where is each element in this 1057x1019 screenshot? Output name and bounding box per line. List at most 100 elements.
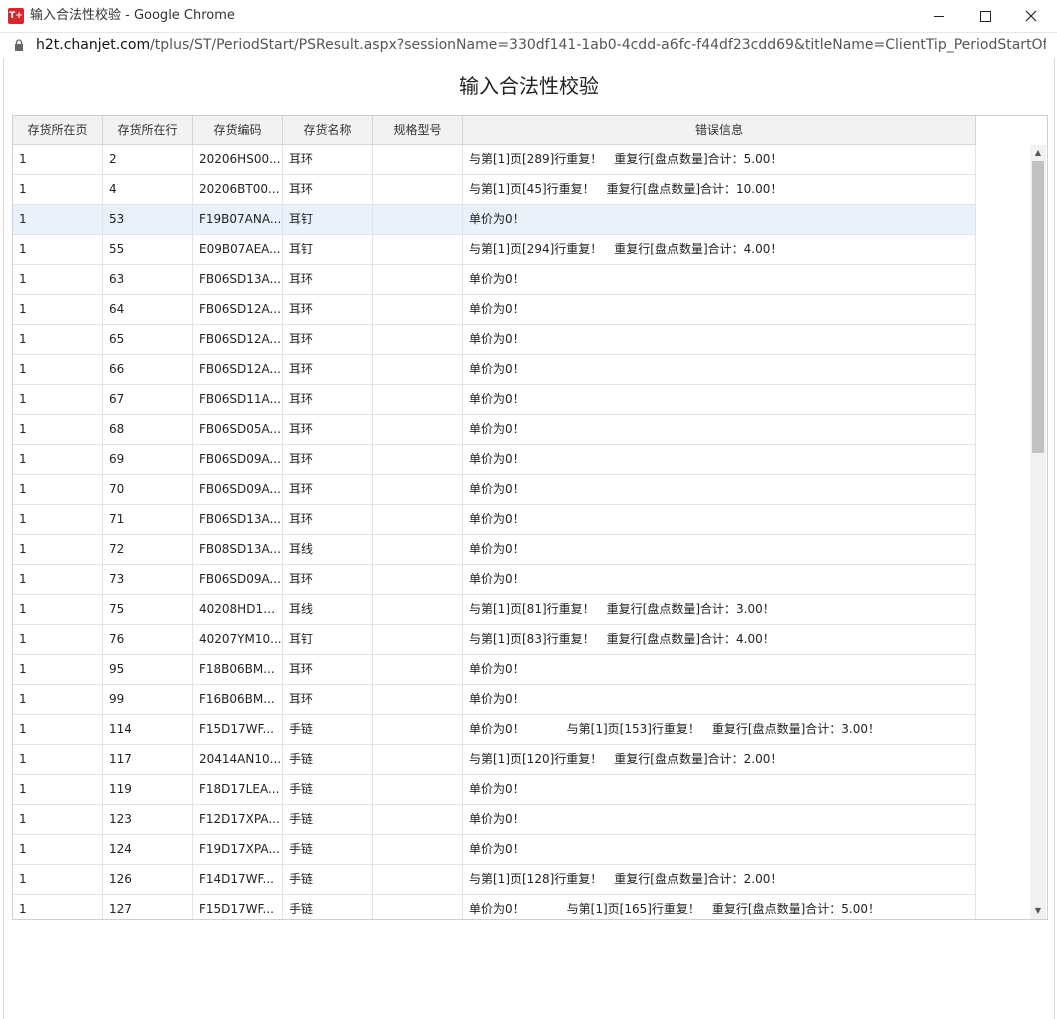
table-row[interactable]: 1 95 F18B06BM... 耳环 单价为0！ xyxy=(13,655,976,685)
table-row[interactable]: 1 55 E09B07AEA... 耳钉 与第[1]页[294]行重复！ 重复行[盘点数… xyxy=(13,235,976,265)
cell-error: 单价为0！ xyxy=(463,355,976,384)
table-row[interactable]: 1 63 FB06SD13A... 耳环 单价为0！ xyxy=(13,265,976,295)
table-row[interactable]: 1 66 FB06SD12A... 耳环 单价为0！ xyxy=(13,355,976,385)
cell-name: 耳环 xyxy=(283,505,373,534)
cell-line: 63 xyxy=(103,265,193,294)
table-row[interactable]: 1 75 40208HD10... 耳线 与第[1]页[81]行重复！ 重复行[盘点数量… xyxy=(13,595,976,625)
cell-name: 耳环 xyxy=(283,385,373,414)
address-bar[interactable]: h2t.chanjet.com/tplus/ST/PeriodStart/PSR… xyxy=(0,33,1057,57)
cell-page: 1 xyxy=(13,565,103,594)
cell-page: 1 xyxy=(13,655,103,684)
cell-code: 40207YM10... xyxy=(193,625,283,654)
error-text: 单价为0！ xyxy=(469,722,525,736)
table-row[interactable]: 1 126 F14D17WF... 手链 与第[1]页[128]行重复！ 重复行[盘点数… xyxy=(13,865,976,895)
close-button[interactable] xyxy=(1008,0,1054,32)
table-row[interactable]: 1 124 F19D17XPA... 手链 单价为0！ xyxy=(13,835,976,865)
table-row[interactable]: 1 117 20414AN10... 手链 与第[1]页[120]行重复！ 重复行[盘点… xyxy=(13,745,976,775)
cell-name: 手链 xyxy=(283,745,373,774)
table-row[interactable]: 1 127 F15D17WF... 手链 单价为0！ 与第[1]页[165]行重复！ 重复… xyxy=(13,895,976,919)
error-text: 单价为0！ xyxy=(469,542,525,556)
cell-line: 73 xyxy=(103,565,193,594)
cell-spec xyxy=(373,325,463,354)
cell-page: 1 xyxy=(13,145,103,174)
table-row[interactable]: 1 68 FB06SD05A... 耳环 单价为0！ xyxy=(13,415,976,445)
error-text: 单价为0！ xyxy=(469,212,525,226)
table-row[interactable]: 1 2 20206HS00... 耳环 与第[1]页[289]行重复！ 重复行[盘点数量… xyxy=(13,145,976,175)
cell-error: 与第[1]页[128]行重复！ 重复行[盘点数量]合计：2.00！ xyxy=(463,865,976,894)
cell-page: 1 xyxy=(13,865,103,894)
table-row[interactable]: 1 72 FB08SD13A... 耳线 单价为0！ xyxy=(13,535,976,565)
header-spec[interactable]: 规格型号 xyxy=(373,116,463,144)
cell-spec xyxy=(373,805,463,834)
cell-spec xyxy=(373,745,463,774)
cell-code: FB06SD12A... xyxy=(193,295,283,324)
cell-spec xyxy=(373,415,463,444)
table-row[interactable]: 1 73 FB06SD09A... 耳环 单价为0！ xyxy=(13,565,976,595)
table-row[interactable]: 1 65 FB06SD12A... 耳环 单价为0！ xyxy=(13,325,976,355)
cell-spec xyxy=(373,535,463,564)
table-row[interactable]: 1 76 40207YM10... 耳钉 与第[1]页[83]行重复！ 重复行[盘点数量… xyxy=(13,625,976,655)
cell-error: 单价为0！ xyxy=(463,475,976,504)
error-text: 与第[1]页[83]行重复！ 重复行[盘点数量]合计：4.00！ xyxy=(469,632,775,646)
cell-line: 76 xyxy=(103,625,193,654)
error-text: 单价为0！ xyxy=(469,482,525,496)
cell-name: 手链 xyxy=(283,865,373,894)
vertical-scrollbar[interactable]: ▲ ▼ xyxy=(1030,145,1046,919)
cell-code: FB06SD13A... xyxy=(193,265,283,294)
cell-page: 1 xyxy=(13,715,103,744)
cell-code: FB06SD09A... xyxy=(193,565,283,594)
error-text-secondary: 与第[1]页[153]行重复！ 重复行[盘点数量]合计：3.00！ xyxy=(566,722,880,736)
cell-code: 20206HS00... xyxy=(193,145,283,174)
table-row[interactable]: 1 99 F16B06BM... 耳环 单价为0！ xyxy=(13,685,976,715)
cell-line: 127 xyxy=(103,895,193,919)
table-row[interactable]: 1 71 FB06SD13A... 耳环 单价为0！ xyxy=(13,505,976,535)
error-text: 与第[1]页[120]行重复！ 重复行[盘点数量]合计：2.00！ xyxy=(469,752,783,766)
minimize-button[interactable] xyxy=(916,0,962,32)
maximize-button[interactable] xyxy=(962,0,1008,32)
error-text: 与第[1]页[45]行重复！ 重复行[盘点数量]合计：10.00！ xyxy=(469,182,783,196)
grid-body: 1 2 20206HS00... 耳环 与第[1]页[289]行重复！ 重复行[盘点数量… xyxy=(13,145,976,919)
grid-header: 存货所在页 存货所在行 存货编码 存货名称 规格型号 错误信息 xyxy=(13,116,976,145)
cell-name: 耳环 xyxy=(283,355,373,384)
cell-page: 1 xyxy=(13,415,103,444)
scroll-down-arrow-icon[interactable]: ▼ xyxy=(1030,903,1046,919)
table-row[interactable]: 1 64 FB06SD12A... 耳环 单价为0！ xyxy=(13,295,976,325)
cell-page: 1 xyxy=(13,625,103,654)
cell-code: F18D17LEA... xyxy=(193,775,283,804)
cell-spec xyxy=(373,835,463,864)
table-row[interactable]: 1 70 FB06SD09A... 耳环 单价为0！ xyxy=(13,475,976,505)
table-row[interactable]: 1 69 FB06SD09A... 耳环 单价为0！ xyxy=(13,445,976,475)
cell-code: F18B06BM... xyxy=(193,655,283,684)
cell-error: 单价为0！ xyxy=(463,535,976,564)
url-text[interactable]: h2t.chanjet.com/tplus/ST/PeriodStart/PSR… xyxy=(36,33,1046,57)
header-name[interactable]: 存货名称 xyxy=(283,116,373,144)
cell-name: 手链 xyxy=(283,835,373,864)
table-row[interactable]: 1 123 F12D17XPA... 手链 单价为0！ xyxy=(13,805,976,835)
table-row[interactable]: 1 4 20206BT00... 耳环 与第[1]页[45]行重复！ 重复行[盘点数量]… xyxy=(13,175,976,205)
error-text: 单价为0！ xyxy=(469,572,525,586)
header-page[interactable]: 存货所在页 xyxy=(13,116,103,144)
url-host: h2t.chanjet.com xyxy=(36,37,151,53)
cell-error: 单价为0！ xyxy=(463,385,976,414)
page-title: 输入合法性校验 xyxy=(459,74,599,98)
table-row[interactable]: 1 119 F18D17LEA... 手链 单价为0！ xyxy=(13,775,976,805)
lock-icon xyxy=(15,39,23,51)
cell-spec xyxy=(373,655,463,684)
table-row[interactable]: 1 53 F19B07ANA... 耳钉 单价为0！ xyxy=(13,205,976,235)
cell-page: 1 xyxy=(13,895,103,919)
cell-name: 耳环 xyxy=(283,175,373,204)
error-text: 单价为0！ xyxy=(469,392,525,406)
scrollbar-thumb[interactable] xyxy=(1032,161,1044,453)
cell-error: 与第[1]页[83]行重复！ 重复行[盘点数量]合计：4.00！ xyxy=(463,625,976,654)
scroll-up-arrow-icon[interactable]: ▲ xyxy=(1030,145,1046,161)
cell-code: FB06SD11A... xyxy=(193,385,283,414)
cell-page: 1 xyxy=(13,745,103,774)
header-line[interactable]: 存货所在行 xyxy=(103,116,193,144)
header-code[interactable]: 存货编码 xyxy=(193,116,283,144)
table-row[interactable]: 1 67 FB06SD11A... 耳环 单价为0！ xyxy=(13,385,976,415)
cell-line: 123 xyxy=(103,805,193,834)
cell-page: 1 xyxy=(13,385,103,414)
header-error[interactable]: 错误信息 xyxy=(463,116,976,144)
cell-page: 1 xyxy=(13,325,103,354)
table-row[interactable]: 1 114 F15D17WF... 手链 单价为0！ 与第[1]页[153]行重复！ 重复… xyxy=(13,715,976,745)
